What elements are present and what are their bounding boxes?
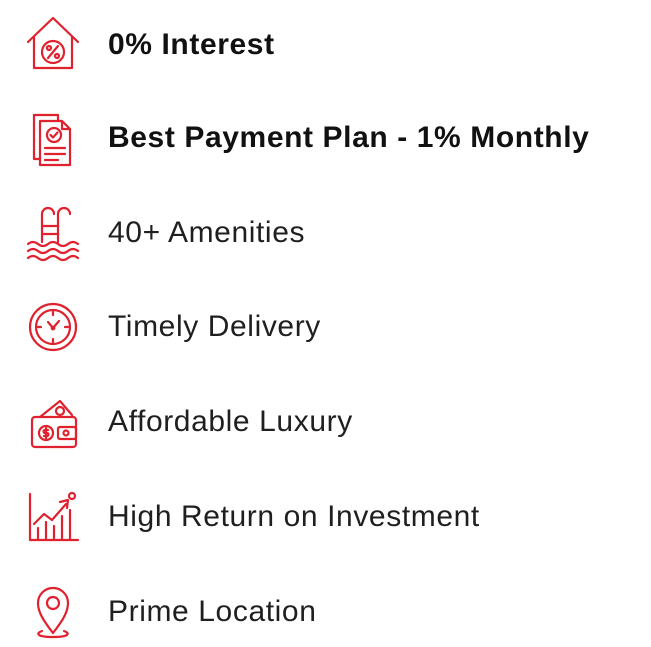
feature-label-interest: 0% Interest	[108, 28, 275, 61]
feature-item-interest: 0% Interest	[0, 10, 651, 80]
feature-label-payment-plan: Best Payment Plan - 1% Monthly	[108, 121, 590, 154]
feature-label-luxury: Affordable Luxury	[108, 405, 353, 438]
wallet-money-icon	[20, 387, 86, 457]
feature-item-delivery: Timely Delivery	[0, 292, 651, 362]
feature-label-location: Prime Location	[108, 595, 317, 628]
feature-item-luxury: Affordable Luxury	[0, 387, 651, 457]
location-pin-icon	[20, 577, 86, 647]
feature-label-roi: High Return on Investment	[108, 500, 480, 533]
feature-label-amenities: 40+ Amenities	[108, 216, 306, 249]
growth-chart-icon	[20, 482, 86, 552]
feature-list: 0% Interest Best Payment Plan - 1% Month…	[0, 0, 651, 639]
feature-item-roi: High Return on Investment	[0, 482, 651, 552]
feature-item-payment-plan: Best Payment Plan - 1% Monthly	[0, 103, 651, 173]
feature-item-amenities: 40+ Amenities	[0, 198, 651, 268]
swimming-pool-icon	[20, 198, 86, 268]
feature-item-location: Prime Location	[0, 577, 651, 647]
payment-document-icon	[20, 103, 86, 173]
percent-house-icon	[20, 10, 86, 80]
clock-icon	[20, 292, 86, 362]
feature-label-delivery: Timely Delivery	[108, 310, 321, 343]
